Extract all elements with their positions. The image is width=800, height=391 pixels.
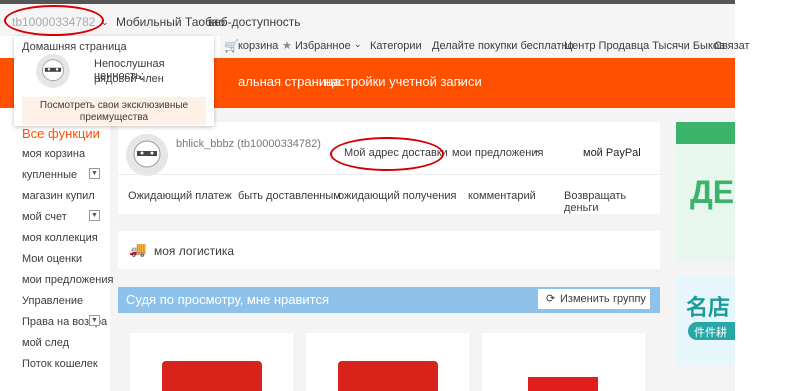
cart-icon: 🛒 <box>224 39 239 53</box>
expand-icon[interactable]: ▼ <box>89 210 100 221</box>
product-card[interactable] <box>482 333 645 391</box>
profile-username[interactable]: bhlick_bbbz (tb10000334782) <box>176 138 321 150</box>
product-image <box>528 377 598 391</box>
ad-subtext: 件件耕 <box>694 327 727 339</box>
user-dropdown: Домашняя страница Непослушная ценность: … <box>14 36 214 126</box>
order-tab-to-receive[interactable]: ожидающий получения <box>338 190 456 202</box>
top-links-row: 🛒 корзина ★ Избранное ⌄ Категории Делайт… <box>220 36 750 58</box>
sidebar-item-account[interactable]: мой счет <box>22 211 67 223</box>
expand-icon[interactable]: ▼ <box>89 315 100 326</box>
accessibility-link[interactable]: веб-доступность <box>208 15 301 29</box>
my-offers-link[interactable]: мои предложения <box>452 147 543 159</box>
exclusive-benefits-button[interactable]: Посмотреть свои эксклюзивные преимуществ… <box>22 97 206 125</box>
product-card[interactable] <box>306 333 469 391</box>
chevron-down-icon[interactable]: ⌄ <box>354 39 362 50</box>
product-image <box>162 361 262 391</box>
paypal-link[interactable]: мой PayPal <box>583 147 641 159</box>
sidebar-item-offers[interactable]: мои предложения <box>22 274 113 286</box>
order-tab-refund[interactable]: Возвращать деньги <box>564 190 660 214</box>
favorites-link[interactable]: Избранное <box>295 40 351 52</box>
sidebar-item-shop[interactable]: магазин купил <box>22 190 95 202</box>
contact-link[interactable]: Связат <box>714 40 750 52</box>
sidebar-item-wallet[interactable]: Поток кошелек <box>22 358 98 370</box>
change-group-button[interactable]: ⟳ Изменить группу <box>538 289 650 309</box>
member-rank: рядовой член <box>94 73 164 85</box>
star-icon: ★ <box>282 40 292 52</box>
logistics-card[interactable]: 🚚 моя логистика <box>118 231 660 269</box>
ad-banner-strip <box>676 122 735 144</box>
sidebar-item-cart[interactable]: моя корзина <box>22 148 85 160</box>
free-shopping-link[interactable]: Делайте покупки бесплатно <box>432 40 574 52</box>
recommend-bar: Судя по просмотру, мне нравится ⟳ Измени… <box>118 287 660 313</box>
order-tab-review[interactable]: комментарий <box>468 190 536 202</box>
cart-link[interactable]: корзина <box>238 40 278 52</box>
expand-icon[interactable]: ▼ <box>89 168 100 179</box>
change-label: Изменить <box>560 293 610 305</box>
order-tab-to-ship[interactable]: быть доставленным <box>238 190 341 202</box>
seller-center-link[interactable]: Центр Продавца Тысячи Быков <box>564 40 725 52</box>
logistics-title: моя логистика <box>154 244 235 258</box>
categories-link[interactable]: Категории <box>370 40 422 52</box>
ad-pill: 件件耕 <box>688 322 735 340</box>
ad-banner[interactable]: ДЕ <box>676 122 735 262</box>
avatar[interactable] <box>36 54 70 88</box>
sidebar: Все функции моя корзина купленные ▼ мага… <box>0 108 113 391</box>
sidebar-item-collection[interactable]: моя коллекция <box>22 232 98 244</box>
chevron-down-icon[interactable]: ⌄ <box>456 76 464 87</box>
order-tab-pending-payment[interactable]: Ожидающий платеж <box>128 190 232 202</box>
sidebar-item-purchased[interactable]: купленные <box>22 169 77 181</box>
ad-text: ДЕ <box>690 174 735 210</box>
sidebar-item-history[interactable]: мой след <box>22 337 69 349</box>
sidebar-title: Все функции <box>22 126 100 141</box>
avatar[interactable] <box>126 134 168 176</box>
group-label: группу <box>613 293 646 305</box>
refresh-icon: ⟳ <box>546 293 556 305</box>
top-bar: tb10000334782 ⌄ Мобильный Таобао веб-дос… <box>0 0 735 36</box>
highlight-ellipse <box>4 5 104 36</box>
truck-icon: 🚚 <box>129 241 147 257</box>
sidebar-item-manage[interactable]: Управление <box>22 295 83 307</box>
product-card[interactable] <box>130 333 293 391</box>
highlight-ellipse <box>330 137 444 171</box>
dropdown-home-link[interactable]: Домашняя страница <box>22 41 127 53</box>
recommend-title: Судя по просмотру, мне нравится <box>126 292 330 307</box>
exclusive-benefits-label: Посмотреть свои эксклюзивные преимуществ… <box>39 100 189 123</box>
chevron-down-icon[interactable]: ⌄ <box>532 145 540 156</box>
ad-text: 名店 <box>686 295 731 320</box>
sidebar-item-ratings[interactable]: Мои оценки <box>22 253 82 265</box>
ad-banner[interactable]: 名店 件件耕 <box>676 276 735 366</box>
divider <box>118 174 660 175</box>
product-image <box>338 361 438 391</box>
